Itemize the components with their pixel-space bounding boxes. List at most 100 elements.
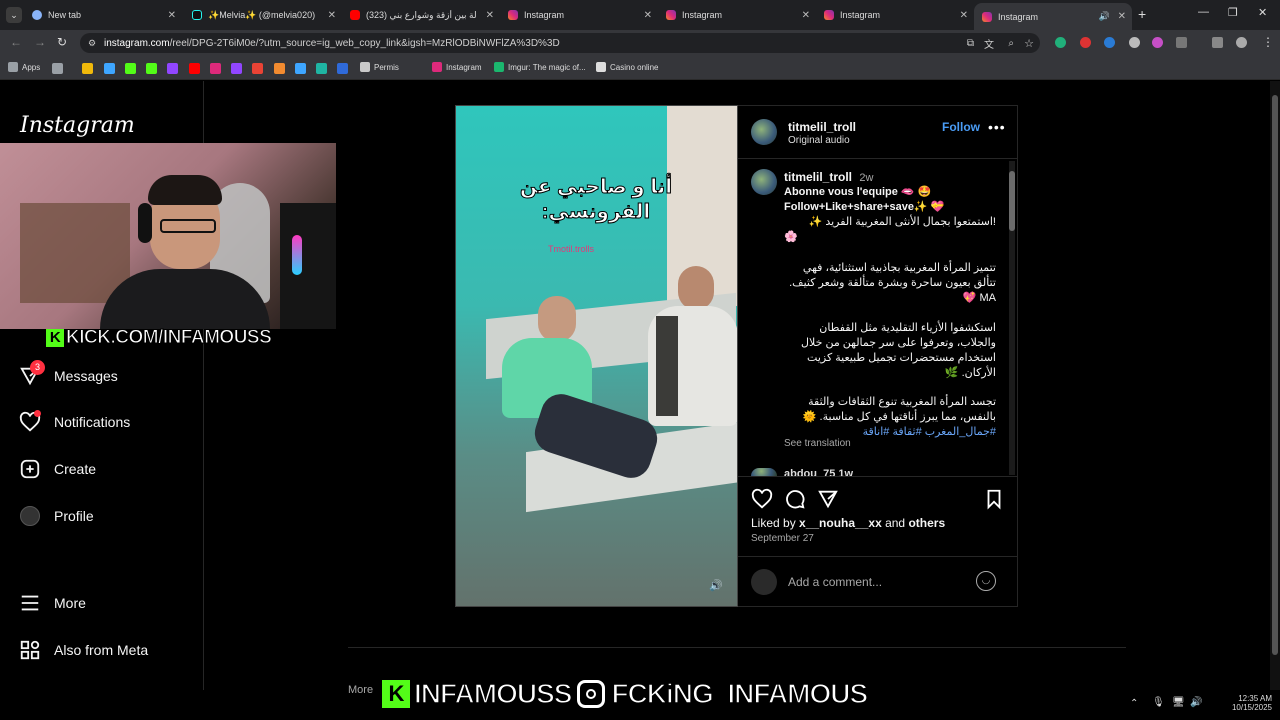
see-translation-link[interactable]: See translation	[784, 438, 851, 449]
video-overlay-caption: أنا و صاحبي عن الفرونسي:	[519, 176, 673, 224]
gmail-icon[interactable]	[252, 63, 263, 74]
share-plane-icon[interactable]	[817, 488, 839, 510]
tab-search-icon[interactable]: ⌄	[6, 7, 22, 23]
speaker-icon[interactable]: 🔊	[1099, 11, 1110, 22]
comment-input[interactable]: Add a comment...	[788, 575, 882, 589]
new-tab-button[interactable]: +	[1138, 6, 1146, 22]
extension-icon[interactable]	[1152, 37, 1163, 48]
network-icon[interactable]: 🖥	[1172, 697, 1185, 708]
close-tab-icon[interactable]: ✕	[486, 10, 494, 21]
more-options-icon[interactable]: •••	[988, 119, 1006, 135]
author-username[interactable]: titmelil_troll	[788, 120, 856, 134]
page-scrollbar[interactable]	[1270, 81, 1280, 690]
extension-icon[interactable]	[1104, 37, 1115, 48]
nav-notifications[interactable]: Notifications	[18, 410, 130, 434]
bookmark-instagram[interactable]: Instagram	[432, 62, 482, 72]
back-icon[interactable]: ←	[10, 35, 22, 49]
menu-kebab-icon[interactable]: ⋮	[1262, 35, 1274, 49]
nav-profile[interactable]: Profile	[18, 504, 94, 528]
extension-icon[interactable]	[1129, 37, 1140, 48]
bookmark-icon[interactable]	[52, 63, 63, 74]
kick-icon[interactable]	[125, 63, 136, 74]
nav-also-from-meta[interactable]: Also from Meta	[18, 638, 148, 662]
close-tab-icon[interactable]: ✕	[168, 10, 176, 21]
kick-icon[interactable]	[146, 63, 157, 74]
casino-icon	[596, 62, 606, 72]
caption-paragraph-2: استكشفوا الأزياء التقليدية مثل القفطان و…	[801, 322, 996, 379]
site-info-icon[interactable]: ⚙	[88, 38, 96, 49]
close-tab-icon[interactable]: ✕	[644, 10, 652, 21]
reel-video[interactable]: أنا و صاحبي عن الفرونسي: Tmotil.trolls 🔊	[455, 105, 738, 607]
nav-messages[interactable]: 3 Messages	[18, 360, 118, 388]
minimize-button[interactable]: —	[1198, 6, 1209, 18]
forward-icon[interactable]: →	[34, 35, 46, 49]
nav-create[interactable]: Create	[18, 457, 96, 481]
reload-icon[interactable]: ↻	[57, 35, 67, 49]
bookmark-icon[interactable]	[295, 63, 306, 74]
author-avatar[interactable]	[751, 119, 777, 145]
instagram-logo[interactable]: Instagram	[20, 113, 135, 138]
zoom-icon[interactable]: ⌕	[1008, 38, 1014, 49]
caption-scrollbar[interactable]	[1009, 161, 1015, 475]
follow-button[interactable]: Follow	[942, 120, 980, 134]
youtube-icon[interactable]	[189, 63, 200, 74]
clock[interactable]: 12:35 AM 10/15/2025	[1210, 694, 1272, 712]
tab-instagram-active[interactable]: Instagram 🔊 ✕	[974, 3, 1132, 30]
nav-more[interactable]: More	[18, 591, 86, 615]
media-icon[interactable]	[1212, 37, 1223, 48]
bookmark-permis[interactable]: Permis	[360, 62, 399, 72]
tab-instagram-1[interactable]: Instagram ✕	[500, 4, 658, 26]
tab-youtube[interactable]: (323) جولة بين أزقة وشوارع بني✕	[342, 4, 500, 26]
close-tab-icon[interactable]: ✕	[802, 10, 810, 21]
caption-avatar[interactable]	[751, 169, 777, 195]
bookmark-star-icon[interactable]: ☆	[1024, 37, 1034, 50]
twitch-icon[interactable]	[231, 63, 242, 74]
close-tab-icon[interactable]: ✕	[328, 10, 336, 21]
tab-new-tab[interactable]: New tab ✕	[24, 4, 182, 26]
comment-bubble-icon[interactable]	[784, 488, 806, 510]
more-posts-label: More	[348, 684, 374, 696]
tab-instagram-3[interactable]: Instagram ✕	[816, 4, 974, 26]
bookmark-apps[interactable]: Apps	[8, 62, 40, 72]
install-icon[interactable]: ⧉	[967, 38, 974, 49]
save-bookmark-icon[interactable]	[983, 488, 1005, 510]
imgur-icon	[494, 62, 504, 72]
tiktok-icon	[192, 10, 202, 20]
instagram-icon[interactable]	[210, 63, 221, 74]
extension-icon[interactable]	[1055, 37, 1066, 48]
kick-logo-icon: K	[46, 329, 64, 347]
extension-icon[interactable]	[1080, 37, 1091, 48]
audio-label[interactable]: Original audio	[788, 135, 850, 146]
liked-by-others[interactable]: others	[908, 516, 945, 530]
omnibox[interactable]: ⚙ instagram.com/reel/DPG-2T6iM0e/?utm_so…	[80, 33, 1040, 53]
close-window-button[interactable]: ✕	[1258, 6, 1267, 19]
video-mute-icon[interactable]: 🔊	[709, 579, 723, 592]
bookmark-icon[interactable]	[82, 63, 93, 74]
bookmark-imgur[interactable]: Imgur: The magic of...	[494, 62, 586, 72]
next-comment-peek: abdou_75 1w	[784, 468, 854, 476]
scrollbar-thumb[interactable]	[1009, 171, 1015, 231]
page-scrollbar-thumb[interactable]	[1272, 95, 1278, 655]
tab-instagram-2[interactable]: Instagram ✕	[658, 4, 816, 26]
bookmark-casino[interactable]: Casino online	[596, 62, 658, 72]
restore-button[interactable]: ❐	[1228, 6, 1238, 19]
bookmark-icon[interactable]	[316, 63, 327, 74]
comment-avatar[interactable]	[751, 468, 777, 476]
translate-icon[interactable]: 文	[984, 36, 994, 51]
puzzle-icon[interactable]	[1176, 37, 1187, 48]
mic-icon[interactable]: 🎙	[1152, 697, 1165, 708]
close-tab-icon[interactable]: ✕	[1118, 11, 1126, 22]
bookmark-icon[interactable]	[274, 63, 285, 74]
tab-tiktok[interactable]: ✨Melvia✨ (@melvia020) | Ti ✕	[184, 4, 342, 26]
liked-by-user[interactable]: x__nouha__xx	[799, 516, 882, 530]
bookmark-icon[interactable]	[104, 63, 115, 74]
profile-avatar[interactable]	[1236, 37, 1247, 48]
twitch-icon[interactable]	[167, 63, 178, 74]
close-tab-icon[interactable]: ✕	[960, 10, 968, 21]
emoji-icon[interactable]: ◡	[976, 571, 996, 591]
tray-chevron-icon[interactable]: ⌃	[1130, 698, 1138, 709]
heart-icon	[18, 410, 42, 434]
volume-icon[interactable]: 🔊	[1190, 697, 1202, 708]
like-heart-icon[interactable]	[751, 488, 773, 510]
bookmark-icon[interactable]	[337, 63, 348, 74]
